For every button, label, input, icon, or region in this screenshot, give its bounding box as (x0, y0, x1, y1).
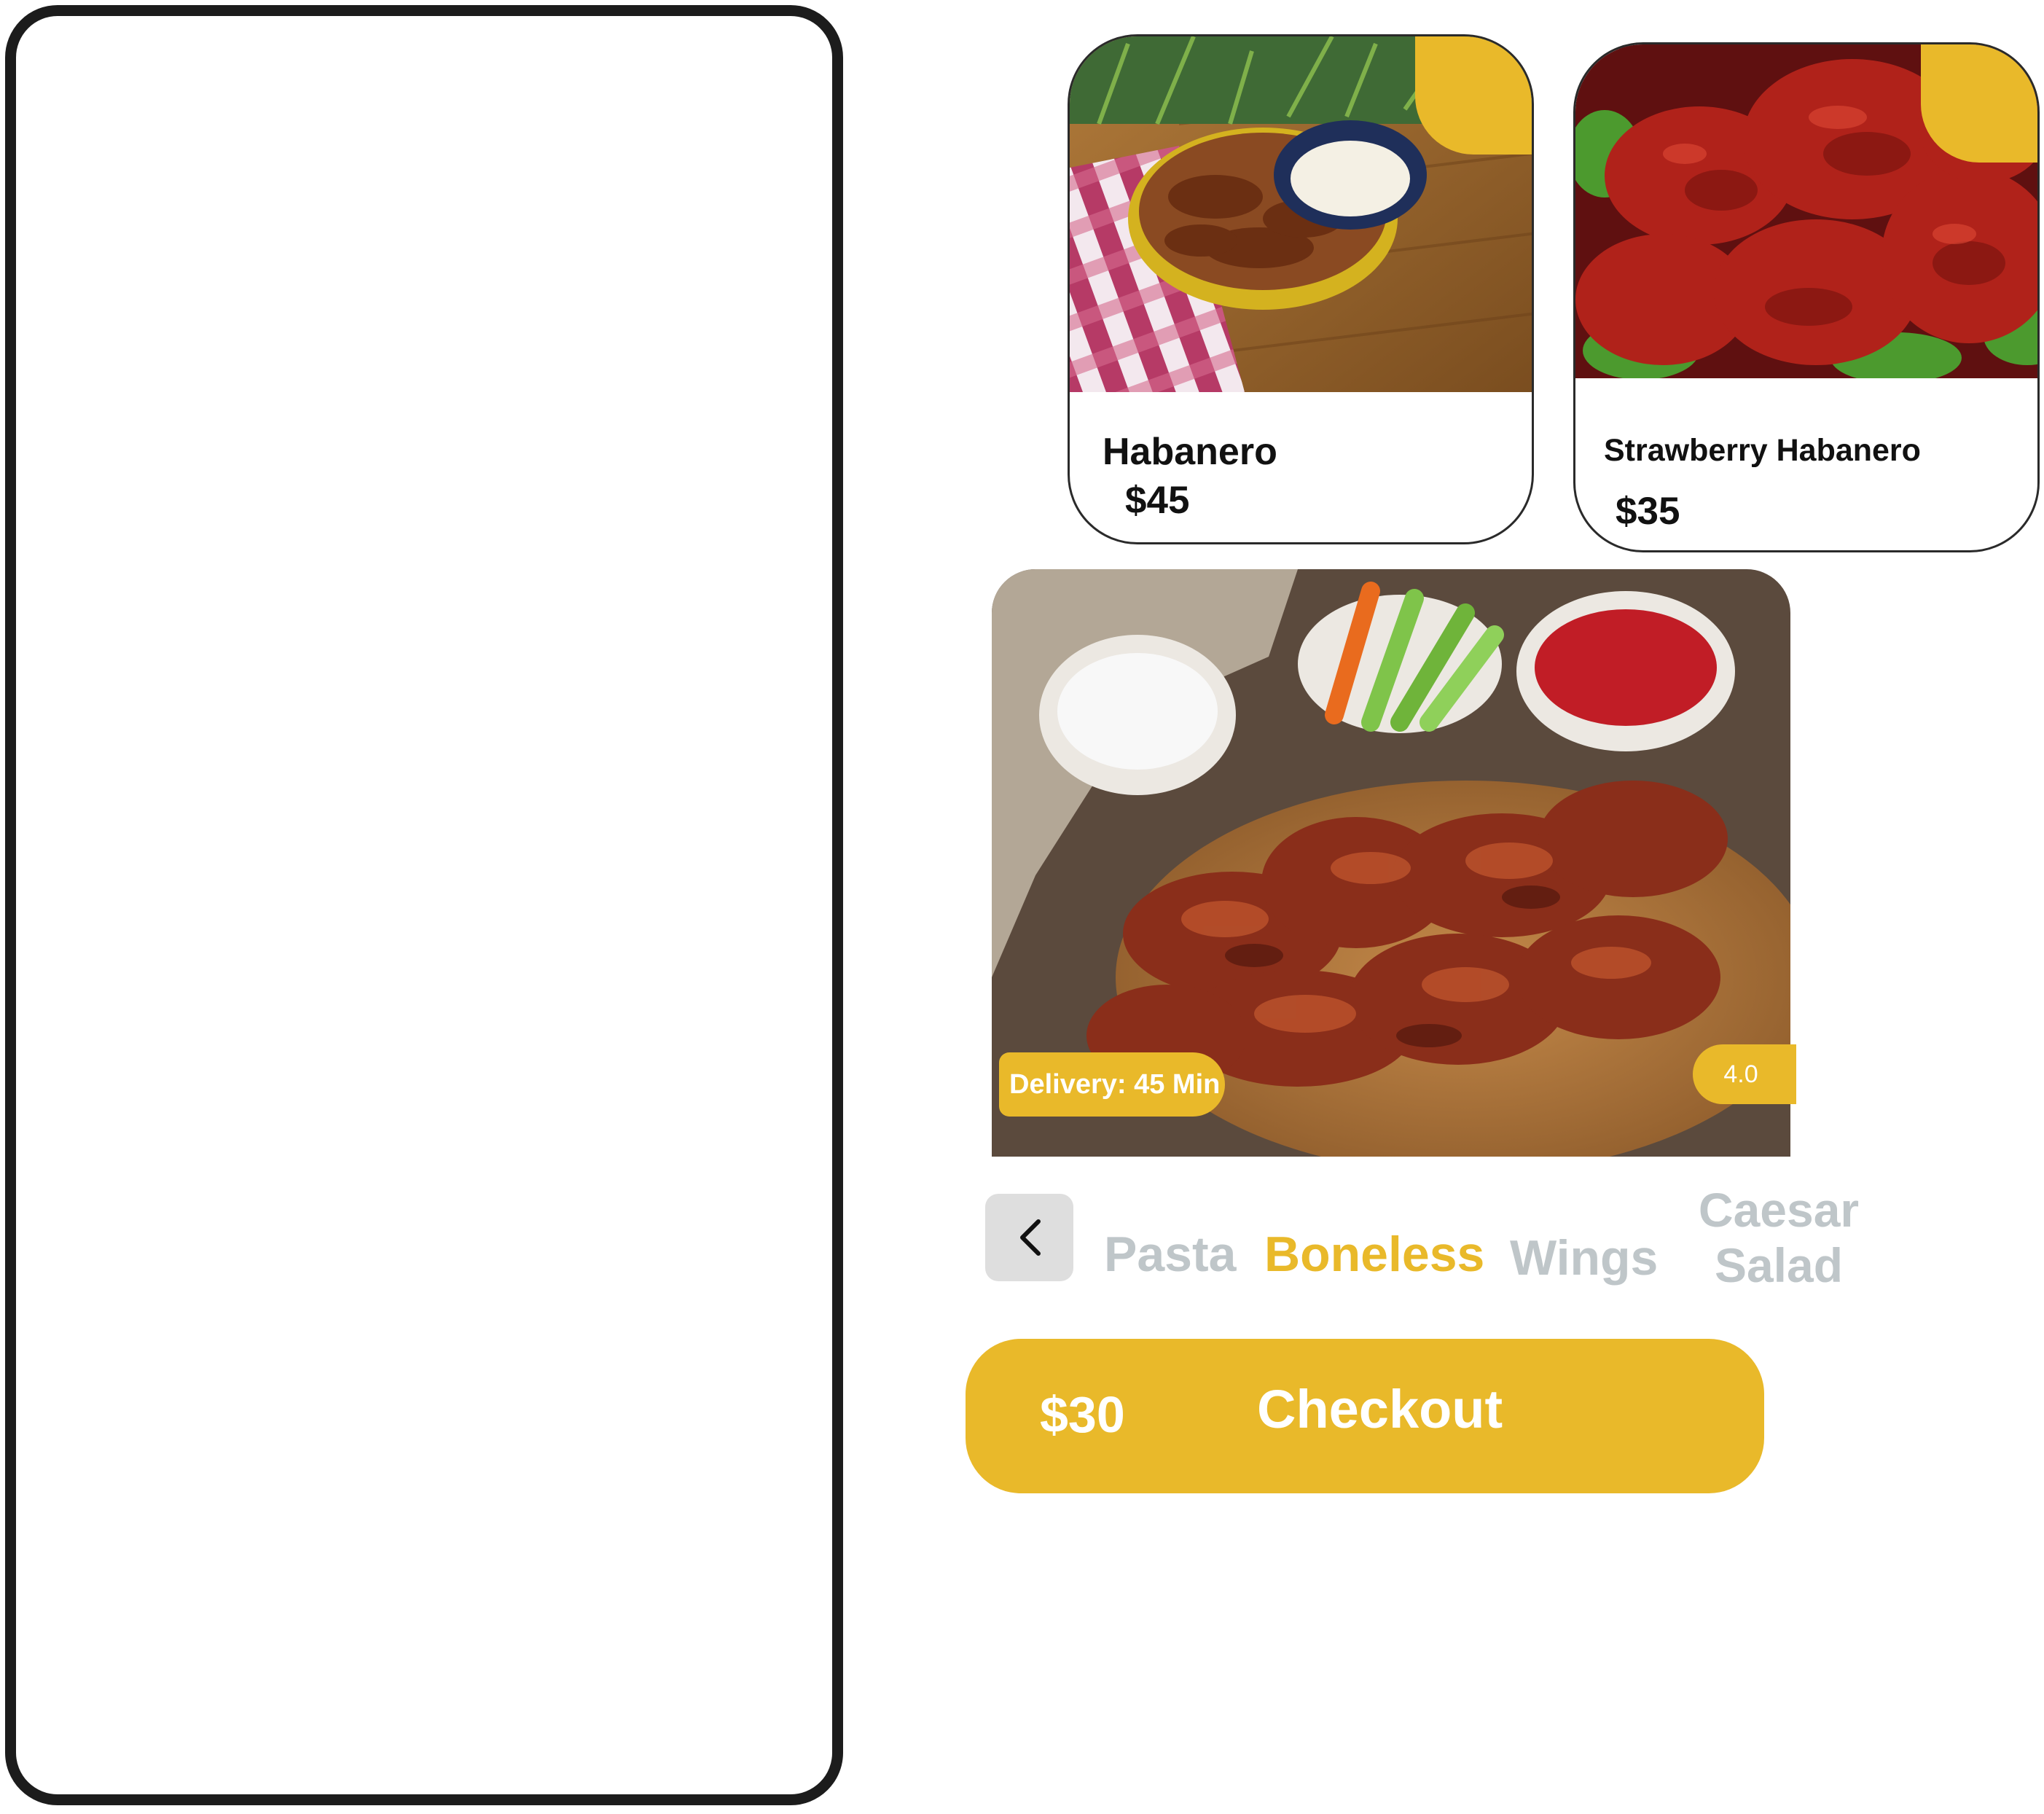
checkout-total: $30 (1040, 1386, 1125, 1443)
delivery-time-badge: Delivery: 45 Min (999, 1052, 1225, 1117)
checkout-button[interactable]: $30 Checkout (966, 1339, 1764, 1493)
food-card-habanero[interactable]: Habanero $45 (1068, 34, 1534, 544)
card-corner-accent (1415, 36, 1532, 155)
chevron-left-icon (1014, 1216, 1046, 1259)
category-boneless[interactable]: Boneless (1264, 1226, 1484, 1283)
featured-item[interactable]: Delivery: 45 Min 4.0 (992, 569, 1796, 1157)
rating-badge: 4.0 (1693, 1044, 1796, 1104)
category-wings[interactable]: Wings (1510, 1229, 1658, 1286)
card-price: $35 (1616, 490, 1680, 533)
checkout-label: Checkout (1257, 1379, 1503, 1439)
card-corner-accent (1921, 44, 2037, 163)
card-title: Habanero (1103, 431, 1277, 473)
back-button[interactable] (985, 1194, 1073, 1281)
card-price: $45 (1125, 479, 1190, 522)
phone-frame (5, 5, 843, 1805)
category-caesar-salad[interactable]: Caesar Salad (1695, 1182, 1863, 1293)
card-title: Strawberry Habanero (1604, 433, 1921, 468)
food-card-strawberry-habanero[interactable]: Strawberry Habanero $35 (1573, 42, 2040, 552)
category-pasta[interactable]: Pasta (1104, 1226, 1236, 1283)
